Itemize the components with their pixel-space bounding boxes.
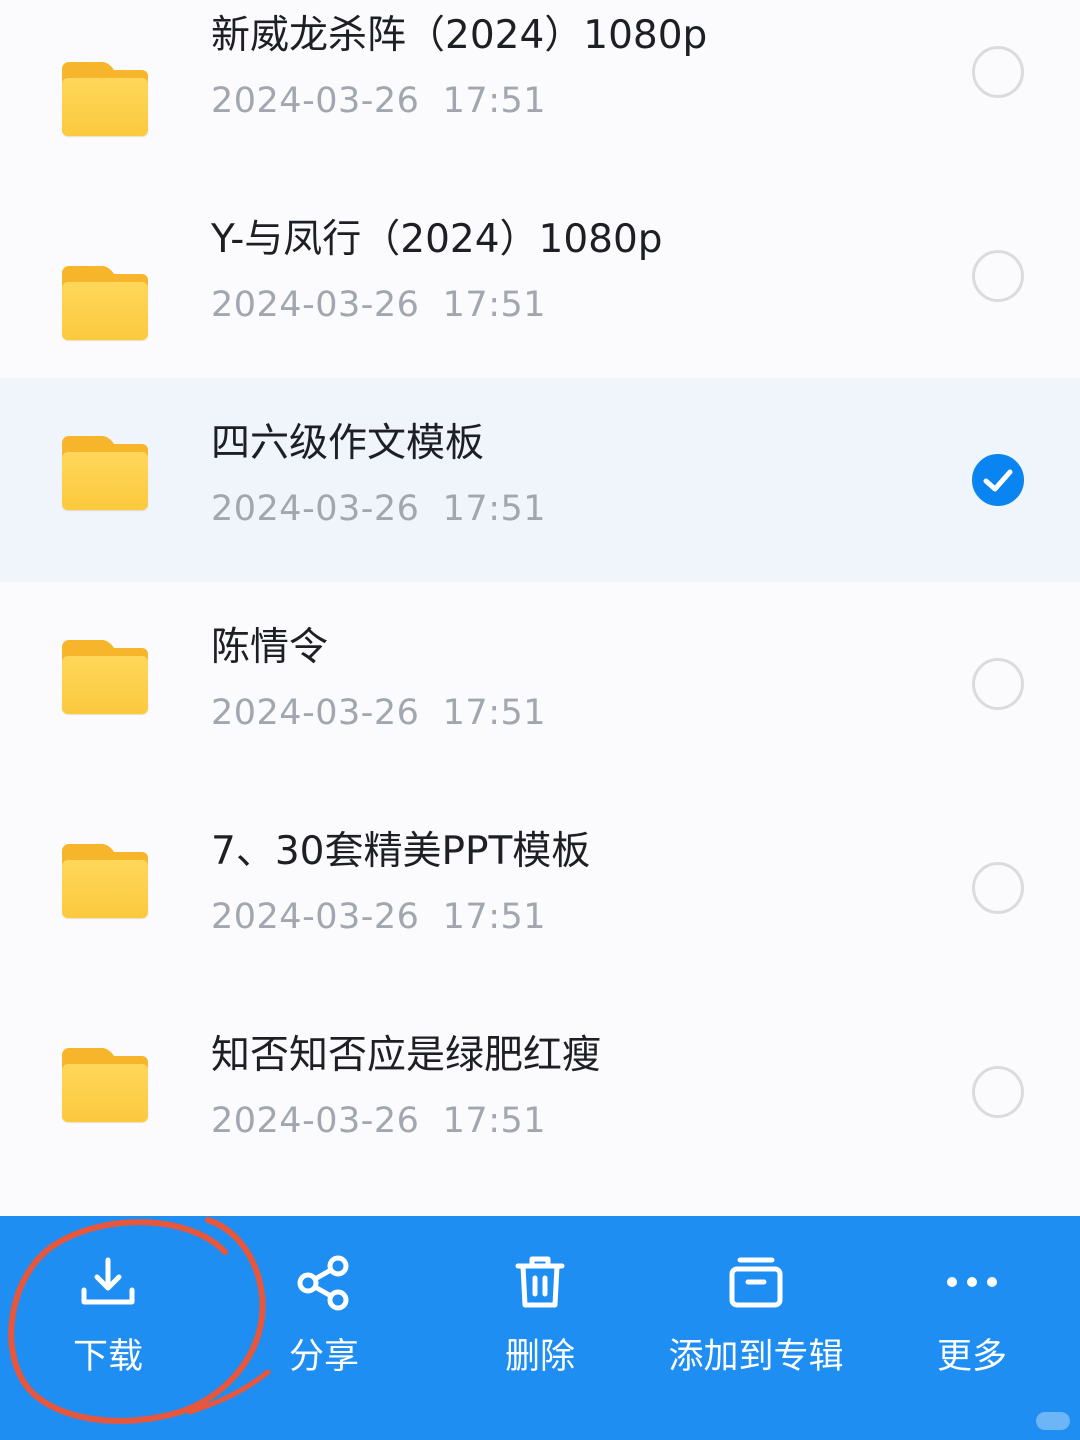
add-to-album-button[interactable]: 添加到专辑 — [648, 1216, 864, 1440]
file-date: 2024-03-26 17:51 — [211, 81, 547, 121]
radio-unchecked-icon[interactable] — [972, 862, 1024, 914]
share-label: 分享 — [288, 1337, 359, 1377]
watermark-badge — [1036, 1412, 1070, 1430]
radio-unchecked-icon[interactable] — [972, 658, 1024, 710]
delete-label: 删除 — [504, 1337, 575, 1377]
file-date: 2024-03-26 17:51 — [211, 285, 547, 325]
file-date: 2024-03-26 17:51 — [211, 1101, 547, 1141]
more-label: 更多 — [936, 1337, 1007, 1377]
file-row[interactable]: 7、30套精美PPT模板 2024-03-26 17:51 — [0, 786, 1080, 990]
folder-icon — [62, 844, 148, 918]
album-icon — [729, 1257, 783, 1308]
file-row-selected[interactable]: 四六级作文模板 2024-03-26 17:51 — [0, 378, 1080, 582]
more-dots-icon — [947, 1277, 997, 1287]
check-circle-icon[interactable] — [972, 454, 1024, 506]
share-icon — [297, 1255, 349, 1311]
folder-icon — [62, 436, 148, 510]
file-date: 2024-03-26 17:51 — [211, 897, 547, 937]
checkmark-icon — [983, 469, 1013, 492]
file-name: 新威龙杀阵（2024）1080p — [211, 13, 708, 58]
radio-unchecked-icon[interactable] — [972, 46, 1024, 98]
bottom-action-bar: 下载 分享 删除 添加到专辑 更多 — [0, 1216, 1080, 1440]
file-name: 陈情令 — [211, 625, 329, 670]
download-button[interactable]: 下载 — [0, 1216, 216, 1440]
download-icon — [81, 1257, 135, 1305]
share-button[interactable]: 分享 — [216, 1216, 432, 1440]
file-name: 知否知否应是绿肥红瘦 — [211, 1033, 602, 1078]
folder-icon — [62, 266, 148, 340]
file-row[interactable]: 新威龙杀阵（2024）1080p 2024-03-26 17:51 — [0, 0, 1080, 204]
file-date: 2024-03-26 17:51 — [211, 693, 547, 733]
more-button[interactable]: 更多 — [864, 1216, 1080, 1440]
file-name: Y-与凤行（2024）1080p — [211, 217, 663, 262]
download-label: 下载 — [72, 1337, 143, 1377]
file-name: 四六级作文模板 — [211, 421, 485, 466]
folder-icon — [62, 62, 148, 136]
trash-icon — [515, 1256, 565, 1308]
radio-unchecked-icon[interactable] — [972, 250, 1024, 302]
file-date: 2024-03-26 17:51 — [211, 489, 547, 529]
add-to-album-label: 添加到专辑 — [668, 1337, 844, 1377]
file-list: 新威龙杀阵（2024）1080p 2024-03-26 17:51 Y-与凤行（… — [0, 0, 1080, 1216]
folder-icon — [62, 1048, 148, 1122]
file-row[interactable]: 知否知否应是绿肥红瘦 2024-03-26 17:51 — [0, 990, 1080, 1194]
folder-icon — [62, 640, 148, 714]
delete-button[interactable]: 删除 — [432, 1216, 648, 1440]
radio-unchecked-icon[interactable] — [972, 1066, 1024, 1118]
file-row[interactable]: 陈情令 2024-03-26 17:51 — [0, 582, 1080, 786]
file-name: 7、30套精美PPT模板 — [211, 829, 591, 874]
